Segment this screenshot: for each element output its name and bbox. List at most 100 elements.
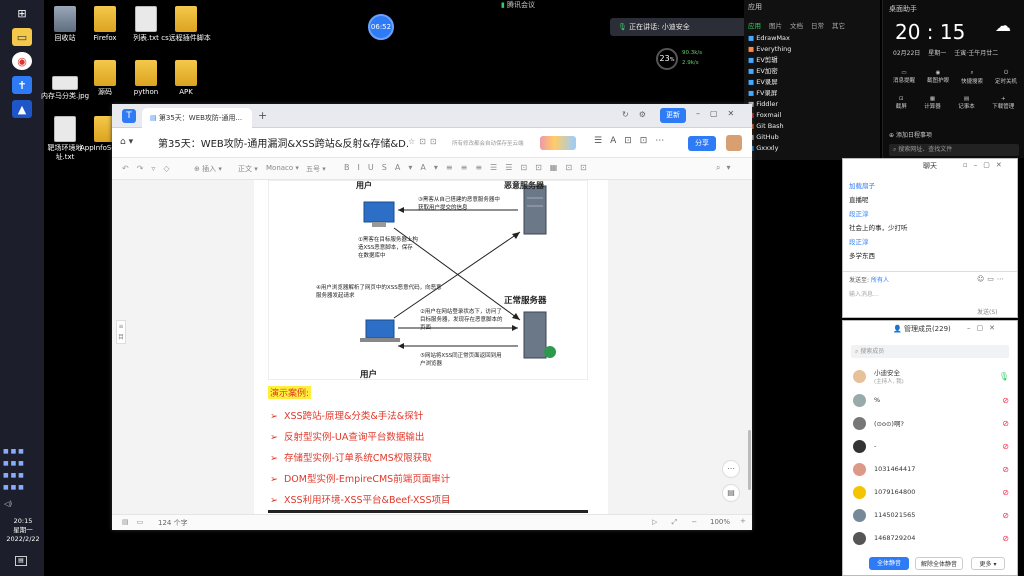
doc-meta-icons[interactable]: ☆⊡⊡ — [408, 137, 441, 146]
home-icon[interactable]: ⌂ ▾ — [120, 137, 133, 147]
format-buttons[interactable]: BIUSA▾A▾≡≡≡☰☰⊡⊡▦⊡⊡ — [344, 163, 595, 172]
action-download[interactable]: + 下载管理 — [992, 96, 1014, 110]
chat-input[interactable]: 输入消息... — [849, 289, 879, 298]
network-speed-widget[interactable]: 23% 90.3k/s 2.9k/s — [656, 46, 718, 70]
volume-icon[interactable]: ◁) — [4, 500, 12, 508]
search-icon[interactable]: ⌕▾ — [716, 163, 737, 173]
mic-muted-icon[interactable]: ⊘ — [1002, 534, 1009, 543]
mic-on-icon[interactable]: 🎙 — [999, 372, 1009, 381]
unmute-all-button[interactable]: 解除全体静音 — [915, 557, 963, 570]
tray-icons[interactable]: ■ ■ ■ ■ ■ ■ ■ ■ ■ ■ ■ ■ — [3, 446, 43, 494]
tab-apps[interactable]: 应用 — [748, 20, 761, 30]
app-item[interactable]: ■ EV剪辑 — [748, 55, 828, 66]
assistant-search-input[interactable]: ⌕ 搜索网址、查找文件 — [889, 144, 1019, 156]
app-item[interactable]: ■ Gxxxly — [748, 143, 828, 154]
text-file-icon — [135, 6, 157, 32]
send-button[interactable]: 发送(S) — [977, 307, 998, 316]
zoom-level[interactable]: 100% — [710, 518, 730, 526]
mic-muted-icon[interactable]: ⊘ — [1002, 419, 1009, 428]
app-item[interactable]: ■ GitHub — [748, 132, 828, 143]
style-select[interactable]: 正文 ▾ — [238, 164, 258, 174]
member-row[interactable]: 小迪安全 (主持人, 我) 🎙 — [853, 367, 1009, 385]
font-select[interactable]: Monaco ▾ — [266, 164, 299, 172]
arrow-bullet-icon: ➢ — [270, 495, 278, 506]
user-laptop-icon — [360, 319, 400, 342]
member-row[interactable]: 1031464417 ⊘ — [853, 460, 1009, 478]
add-todo[interactable]: ⊕ 添加日程事项 — [889, 130, 932, 139]
mute-all-button[interactable]: 全体静音 — [869, 557, 909, 570]
user-avatar[interactable] — [726, 135, 742, 151]
member-row[interactable]: - ⊘ — [853, 437, 1009, 455]
desktop-icon-cs-plugin[interactable]: cs远程插件脚本 — [161, 6, 211, 43]
insert-menu[interactable]: ⊕ 插入 ▾ — [194, 164, 222, 174]
windows-start-icon[interactable]: ⊞ — [12, 4, 32, 22]
tab-images[interactable]: 图片 — [769, 20, 782, 30]
meeting-timer[interactable]: 06:52 — [368, 14, 394, 40]
member-row[interactable]: (⊙o⊙)啊? ⊘ — [853, 414, 1009, 432]
size-select[interactable]: 五号 ▾ — [306, 164, 326, 174]
pinned-app-icon[interactable]: ✝ — [12, 76, 32, 94]
undo-redo-icons[interactable]: ↶↷▿◇ — [122, 164, 178, 173]
send-to-select[interactable]: 所有人 — [871, 277, 889, 284]
action-search[interactable]: ⌕ 快捷搜索 — [961, 70, 983, 85]
action-eye-care[interactable]: ◉ 截图护眼 — [927, 70, 949, 85]
app-item[interactable]: ■ FV录屏 — [748, 88, 828, 99]
app-item[interactable]: ■ Foxmail — [748, 110, 828, 121]
action-reminder[interactable]: ▭ 消息提醒 — [893, 70, 915, 85]
new-tab-icon[interactable]: + — [258, 109, 267, 122]
tab-daily[interactable]: 日常 — [811, 20, 824, 30]
status-bar: ▤▭ 124 个字 ▷ ⤢ − 100% + — [112, 514, 752, 530]
more-button[interactable]: 更多 ▾ — [971, 557, 1005, 570]
mic-muted-icon[interactable]: ⊘ — [1002, 465, 1009, 474]
text-file-icon — [54, 116, 76, 142]
action-shutdown[interactable]: ⏻ 定时关机 — [995, 70, 1017, 85]
mic-muted-icon[interactable]: ⊘ — [1002, 442, 1009, 451]
browser-tab[interactable]: ▤ 第35天：WEB攻防-通用...✕ — [142, 108, 252, 128]
zoom-controls[interactable]: ▷ ⤢ − — [652, 518, 703, 527]
mic-muted-icon[interactable]: ⊘ — [1002, 511, 1009, 520]
app-item[interactable]: ■ EdrawMax — [748, 33, 828, 44]
lunar-text: 壬寅·壬午月廿二 — [954, 50, 999, 57]
member-row[interactable]: % ⊘ — [853, 391, 1009, 409]
member-row[interactable]: 1079164800 ⊘ — [853, 483, 1009, 501]
view-icons[interactable]: ▤▭ — [122, 518, 151, 526]
app-item[interactable]: ■ Git Bash — [748, 121, 828, 132]
member-search-input[interactable]: ⌕ 搜索成员 — [851, 345, 1009, 358]
doc-title[interactable]: 第35天：WEB攻防-通用漏洞&XSS跨站&反射&存储&D... — [158, 135, 408, 150]
avatar — [853, 462, 866, 476]
mic-muted-icon[interactable]: ⊘ — [1002, 396, 1009, 405]
member-row[interactable]: 1468729204 ⊘ — [853, 529, 1009, 547]
member-row[interactable]: 1145021565 ⊘ — [853, 506, 1009, 524]
chrome-icon[interactable]: ◉ — [12, 52, 32, 70]
update-button[interactable]: 更新 — [660, 108, 686, 123]
app-item[interactable]: ■ Everything — [748, 44, 828, 55]
action-notepad[interactable]: ▤ 记事本 — [958, 96, 975, 110]
zoom-in-icon[interactable]: + — [740, 517, 746, 525]
tab-other[interactable]: 其它 — [832, 20, 845, 30]
app-item[interactable]: ■ EV录屏 — [748, 77, 828, 88]
chat-window-controls[interactable]: ▫–▢✕ — [963, 161, 1008, 169]
desktop-icon-apk[interactable]: APK — [161, 60, 211, 97]
collaborator-avatars[interactable] — [540, 136, 576, 150]
app-item[interactable]: ■ Fiddler — [748, 99, 828, 110]
action-screenshot[interactable]: ⊡ 截屏 — [896, 96, 907, 110]
doc-tools[interactable]: ☰A⊡⊡⋯ — [594, 136, 672, 146]
app-logo-icon[interactable]: T — [122, 109, 136, 123]
comment-icon[interactable]: ▤ — [722, 484, 740, 502]
file-explorer-icon[interactable]: ▭ — [12, 28, 32, 46]
more-options-icon[interactable]: ⋯ — [722, 460, 740, 478]
window-controls[interactable]: –▢✕ — [696, 109, 744, 118]
action-calculator[interactable]: ▦ 计算器 — [924, 96, 941, 110]
scrollbar[interactable] — [748, 430, 751, 490]
tencent-meeting-icon[interactable]: ▲ — [12, 100, 32, 118]
mic-muted-icon[interactable]: ⊘ — [1002, 488, 1009, 497]
tab-docs[interactable]: 文档 — [790, 20, 803, 30]
outline-toggle-icon[interactable]: ≡ 目 — [116, 320, 126, 344]
chat-tools[interactable]: ☺▭⋯ — [977, 275, 1007, 283]
share-button[interactable]: 分享 — [688, 136, 716, 151]
notification-icon[interactable]: ▤ — [15, 556, 27, 566]
app-item[interactable]: ■ EV加密 — [748, 66, 828, 77]
members-window-controls[interactable]: –▢✕ — [967, 324, 1001, 332]
tab-tools[interactable]: ↻⚙ — [622, 110, 656, 119]
divider — [843, 271, 1017, 272]
